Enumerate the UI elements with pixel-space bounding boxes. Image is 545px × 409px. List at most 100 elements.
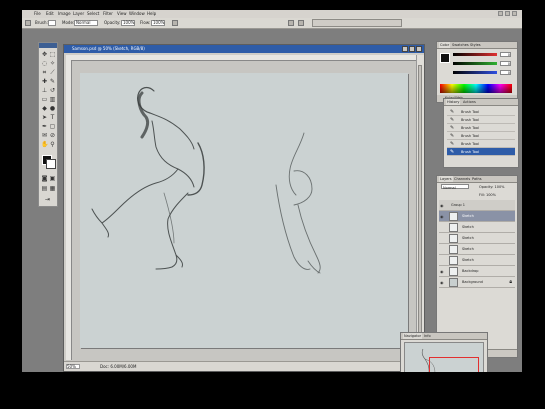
history-state[interactable]: ✎ Brush Tool <box>447 140 515 148</box>
menu-layer[interactable]: Layer <box>73 11 84 16</box>
eye-icon[interactable] <box>440 258 445 263</box>
history-state[interactable]: ✎ Brush Tool <box>447 116 515 124</box>
history-state[interactable]: ✎ Brush Tool <box>447 108 515 116</box>
blur-tool-icon[interactable]: ◆ <box>41 105 48 112</box>
tab-layers[interactable]: Layers <box>439 176 453 182</box>
menu-file[interactable]: File <box>34 11 41 16</box>
canvas[interactable] <box>80 73 408 348</box>
blend-mode-select[interactable]: Normal <box>441 184 469 190</box>
airbrush-icon[interactable] <box>172 20 178 26</box>
blue-value[interactable]: 0 <box>500 70 511 75</box>
healing-brush-icon[interactable]: ✚ <box>41 78 48 85</box>
menu-edit[interactable]: Edit <box>46 11 54 16</box>
dodge-tool-icon[interactable]: ● <box>49 105 56 112</box>
tab-info[interactable]: Info <box>423 333 432 339</box>
eye-icon[interactable]: ◉ <box>440 280 445 285</box>
type-tool-icon[interactable]: T <box>49 114 56 121</box>
go-to-bridge-icon[interactable] <box>288 20 294 26</box>
crop-tool-icon[interactable]: ⌗ <box>41 69 48 76</box>
brush-tool-icon[interactable]: ✎ <box>49 78 56 85</box>
layer-row[interactable]: Sketch <box>439 255 515 266</box>
tab-channels[interactable]: Channels <box>453 176 471 182</box>
marquee-tool-icon[interactable]: ⬚ <box>49 51 56 58</box>
brush-preset-picker[interactable] <box>48 20 56 26</box>
tab-color[interactable]: Color <box>439 42 451 48</box>
eraser-tool-icon[interactable]: ▭ <box>41 96 48 103</box>
layer-group[interactable]: ◉ Group 1 <box>439 200 515 211</box>
doc-close-icon[interactable] <box>416 46 422 52</box>
document-info[interactable]: Doc: 6.00M/6.00M <box>100 364 136 369</box>
history-state-current[interactable]: ✎ Brush Tool <box>447 148 515 156</box>
tab-history[interactable]: History <box>446 99 461 105</box>
jump-to-imageready-icon[interactable]: ⇥ <box>44 196 51 203</box>
flow-field[interactable]: 100% <box>151 20 165 26</box>
close-icon[interactable] <box>512 11 517 16</box>
eye-icon[interactable]: ◉ <box>440 203 445 208</box>
layer-row[interactable]: Sketch <box>439 222 515 233</box>
eye-icon[interactable] <box>440 225 445 230</box>
eye-icon[interactable]: ◉ <box>440 269 445 274</box>
red-slider[interactable] <box>453 53 497 56</box>
standard-mode-icon[interactable]: ▣ <box>49 175 56 182</box>
notes-tool-icon[interactable]: ✉ <box>41 132 48 139</box>
pen-tool-icon[interactable]: ✒ <box>41 123 48 130</box>
zoom-tool-icon[interactable]: ⚲ <box>49 141 56 148</box>
navigator-view-box[interactable] <box>429 357 479 372</box>
minimize-icon[interactable] <box>498 11 503 16</box>
mode-select[interactable]: Normal <box>74 20 98 26</box>
quick-mask-icon[interactable]: ◙ <box>41 175 48 182</box>
screen-mode-icon[interactable]: ▤ <box>41 185 48 192</box>
blue-slider[interactable] <box>453 71 497 74</box>
opacity-field[interactable]: 100% <box>121 20 135 26</box>
maximize-icon[interactable] <box>505 11 510 16</box>
doc-minimize-icon[interactable] <box>402 46 408 52</box>
magic-wand-icon[interactable]: ✧ <box>49 60 56 67</box>
layer-row[interactable]: Sketch <box>439 244 515 255</box>
history-state[interactable]: ✎ Brush Tool <box>447 124 515 132</box>
tab-swatches[interactable]: Swatches <box>451 42 470 48</box>
tab-actions[interactable]: Actions <box>462 99 477 105</box>
tab-navigator[interactable]: Navigator <box>403 333 423 339</box>
menu-image[interactable]: Image <box>58 11 71 16</box>
green-slider[interactable] <box>453 62 497 65</box>
background-color-swatch[interactable] <box>46 159 56 169</box>
green-value[interactable]: 0 <box>500 61 511 66</box>
layer-fill-field[interactable]: Fill: 100% <box>479 192 496 198</box>
history-brush-icon[interactable]: ↺ <box>49 87 56 94</box>
lasso-tool-icon[interactable]: ◌ <box>41 60 48 67</box>
menu-help[interactable]: Help <box>147 11 156 16</box>
doc-maximize-icon[interactable] <box>409 46 415 52</box>
menu-select[interactable]: Select <box>87 11 99 16</box>
layer-row[interactable]: Sketch <box>439 233 515 244</box>
vertical-scrollbar[interactable] <box>416 55 424 361</box>
scrollbar-thumb[interactable] <box>418 65 422 335</box>
menu-window[interactable]: Window <box>129 11 145 16</box>
document-title-bar[interactable]: Samson.psd @ 50% (Sketch, RGB/8) <box>64 45 424 53</box>
gradient-tool-icon[interactable]: ▥ <box>49 96 56 103</box>
palette-well-icon[interactable] <box>298 20 304 26</box>
red-value[interactable]: 0 <box>500 52 511 57</box>
eye-icon[interactable]: ◉ <box>440 214 445 219</box>
eyedropper-icon[interactable]: ⊘ <box>49 132 56 139</box>
color-foreground-swatch[interactable] <box>440 53 450 63</box>
hand-tool-icon[interactable]: ✋ <box>41 141 48 148</box>
palette-well[interactable] <box>312 19 402 27</box>
brush-tool-icon[interactable] <box>25 20 31 26</box>
eye-icon[interactable] <box>440 247 445 252</box>
shape-tool-icon[interactable]: ▢ <box>49 123 56 130</box>
eye-icon[interactable] <box>440 236 445 241</box>
zoom-field[interactable]: 50% <box>66 364 80 369</box>
menu-view[interactable]: View <box>117 11 127 16</box>
slice-tool-icon[interactable]: ⟋ <box>49 69 56 76</box>
menu-filter[interactable]: Filter <box>103 11 113 16</box>
navigator-preview[interactable] <box>404 342 484 372</box>
move-tool-icon[interactable]: ✥ <box>41 51 48 58</box>
layer-row-background[interactable]: ◉ Background 🔒︎ <box>439 277 515 288</box>
layer-row[interactable]: ◉ Backdrop <box>439 266 515 277</box>
tab-paths[interactable]: Paths <box>471 176 483 182</box>
clone-stamp-icon[interactable]: ⊥ <box>41 87 48 94</box>
history-state[interactable]: ✎ Brush Tool <box>447 132 515 140</box>
tab-styles[interactable]: Styles <box>469 42 482 48</box>
path-selection-icon[interactable]: ➤ <box>41 114 48 121</box>
layer-row-selected[interactable]: ◉ Sketch <box>439 211 515 222</box>
